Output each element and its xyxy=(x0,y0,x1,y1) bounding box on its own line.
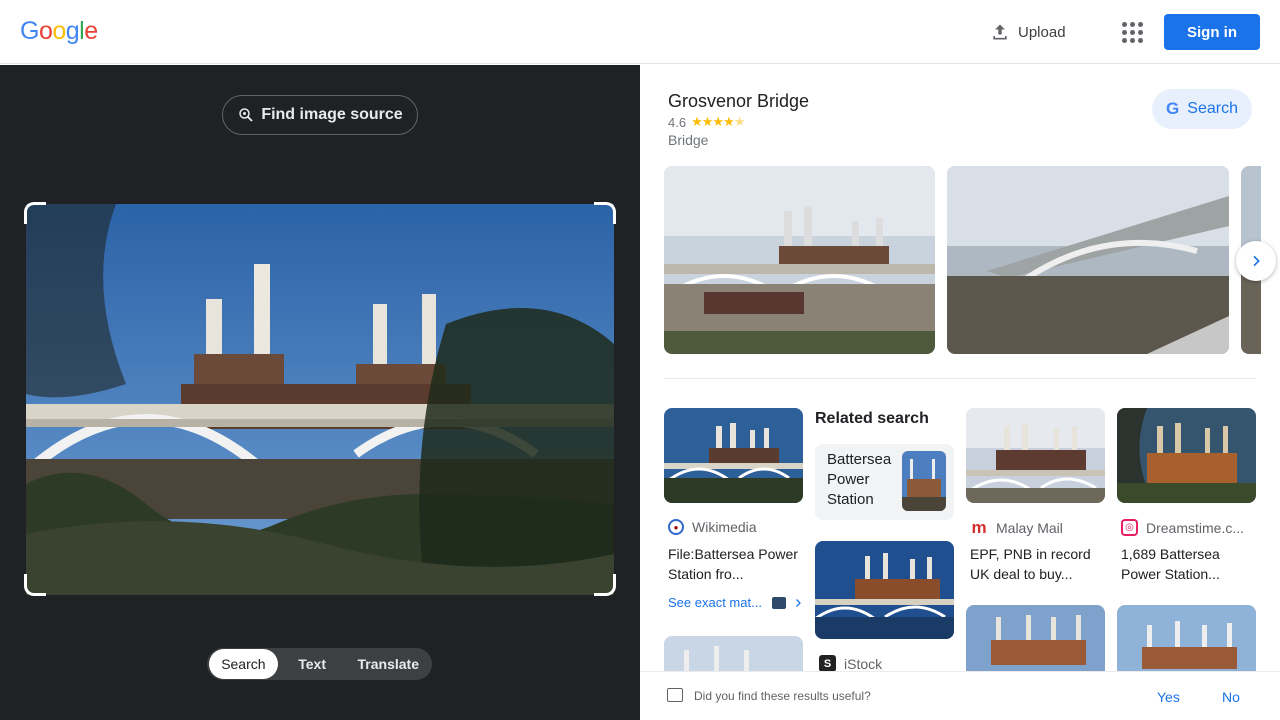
rating-value: 4.6 xyxy=(668,114,687,130)
tab-text[interactable]: Text xyxy=(278,649,347,679)
upload-label: Upload xyxy=(1018,23,1066,41)
star-rating-icon: ★★★★★ xyxy=(691,114,745,129)
results-panel: Grosvenor Bridge 4.6 ★★★★★ Bridge G Sear… xyxy=(640,65,1280,720)
lens-search-icon xyxy=(239,108,253,122)
tab-search[interactable]: Search xyxy=(209,649,278,679)
related-search-chip[interactable]: Battersea Power Station xyxy=(815,444,954,520)
result-source[interactable]: S iStock xyxy=(819,655,882,672)
sign-in-button[interactable]: Sign in xyxy=(1164,14,1260,50)
result-title[interactable]: File:Battersea Power Station fro... xyxy=(668,544,808,584)
entity-title[interactable]: Grosvenor Bridge xyxy=(668,91,809,112)
see-exact-label: See exact mat... xyxy=(668,595,762,610)
dreamstime-icon: ◎ xyxy=(1121,519,1138,536)
related-chip-image xyxy=(902,451,946,511)
see-exact-matches-link[interactable]: See exact mat... xyxy=(668,595,804,610)
logo-letter: o xyxy=(38,17,53,45)
result-title[interactable]: 1,689 Battersea Power Station... xyxy=(1121,544,1261,584)
source-name: Malay Mail xyxy=(996,519,1063,536)
malay-mail-icon: m xyxy=(971,517,987,537)
logo-letter: g xyxy=(65,17,80,45)
related-search-heading: Related search xyxy=(815,410,929,427)
result-source[interactable]: ◎ Dreamstime.c... xyxy=(1121,519,1244,536)
entity-type: Bridge xyxy=(668,132,709,148)
logo-letter: o xyxy=(52,17,66,45)
find-source-label: Find image source xyxy=(261,106,403,123)
result-image[interactable] xyxy=(1117,408,1256,503)
result-image[interactable] xyxy=(966,408,1105,503)
source-name: Wikimedia xyxy=(692,519,757,535)
istock-icon: S xyxy=(819,655,836,672)
related-chip-label: Battersea Power Station xyxy=(827,451,892,508)
result-title[interactable]: EPF, PNB in record UK deal to buy... xyxy=(970,544,1110,584)
upload-icon xyxy=(993,24,1007,40)
entity-image[interactable] xyxy=(947,166,1229,354)
logo-letter: G xyxy=(20,17,39,45)
mini-thumb-icon xyxy=(771,596,786,609)
logo-letter: e xyxy=(84,17,98,45)
top-bar: Google Upload Sign in xyxy=(0,0,1280,64)
wikimedia-icon: ● xyxy=(668,519,684,535)
image-panel: Find image source Search Text Translate xyxy=(0,65,640,720)
entity-image[interactable] xyxy=(664,166,935,354)
entity-search-button[interactable]: G Search xyxy=(1152,89,1252,129)
source-name: Dreamstime.c... xyxy=(1146,519,1245,536)
chevron-right-icon xyxy=(795,598,801,607)
google-logo[interactable]: Google xyxy=(20,17,98,46)
entity-search-label: Search xyxy=(1187,100,1238,117)
entity-rating: 4.6 ★★★★★ xyxy=(668,114,745,130)
crop-handle-bottom-left[interactable] xyxy=(24,574,46,596)
uploaded-image[interactable] xyxy=(26,204,614,595)
result-image[interactable] xyxy=(664,408,803,503)
carousel-next-button[interactable] xyxy=(1236,241,1276,281)
crop-handle-top-right[interactable] xyxy=(594,202,616,224)
crop-handle-bottom-right[interactable] xyxy=(594,574,616,596)
google-g-icon: G xyxy=(1166,99,1180,118)
upload-button[interactable]: Upload xyxy=(990,18,1066,46)
crop-handle-top-left[interactable] xyxy=(24,202,46,224)
feedback-bar: Did you find these results useful? Yes N… xyxy=(640,671,1280,720)
feedback-no-button[interactable]: No xyxy=(1222,689,1240,705)
source-name: iStock xyxy=(844,655,883,672)
find-image-source-button[interactable]: Find image source xyxy=(222,95,418,135)
tab-translate[interactable]: Translate xyxy=(347,649,430,679)
feedback-icon xyxy=(667,688,683,702)
result-image[interactable] xyxy=(815,541,954,639)
result-source[interactable]: ● Wikimedia xyxy=(668,519,757,535)
result-source[interactable]: m Malay Mail xyxy=(970,517,1063,537)
apps-grid-icon[interactable] xyxy=(1119,19,1145,45)
chevron-right-icon xyxy=(1253,255,1260,267)
feedback-yes-button[interactable]: Yes xyxy=(1157,689,1180,705)
divider xyxy=(664,378,1256,379)
feedback-question: Did you find these results useful? xyxy=(694,689,871,703)
mode-switcher: Search Text Translate xyxy=(207,648,432,680)
